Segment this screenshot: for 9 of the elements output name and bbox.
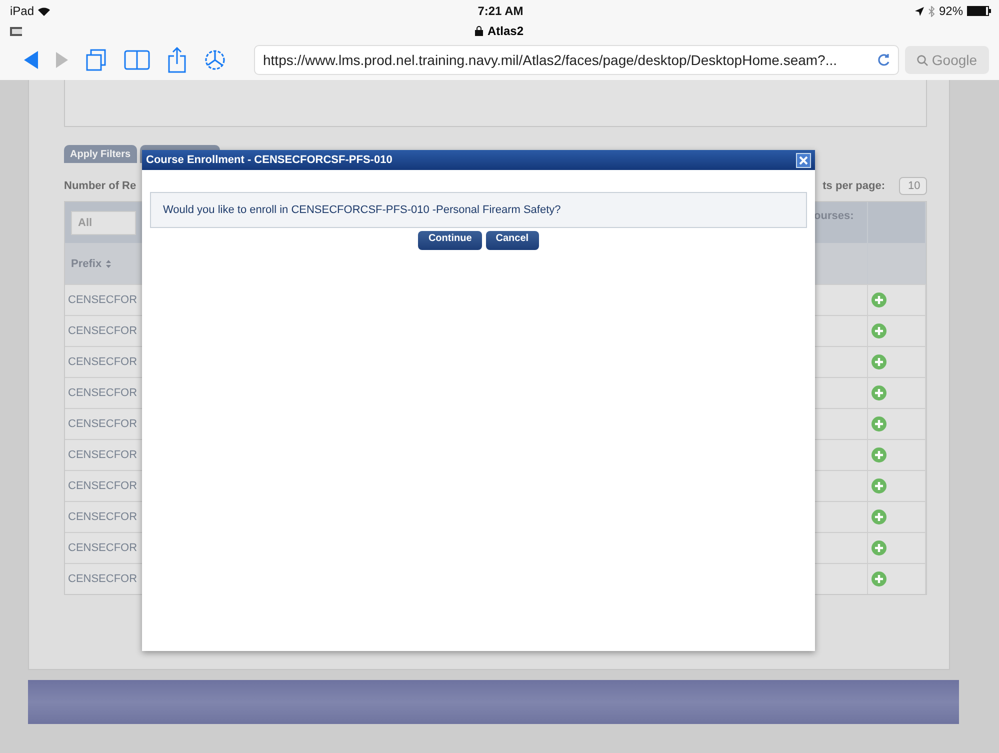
clock-time: 7:21 AM (478, 4, 524, 18)
confirmation-message: Would you like to enroll in CENSECFORCSF-PFS-010 -Personal Firearm Safety? (150, 192, 807, 228)
battery-percent: 92% (938, 4, 963, 18)
per-page-label: ts per page: (822, 180, 885, 192)
column-header: ourses: (814, 210, 854, 222)
page-title: Atlas2 (487, 24, 524, 38)
dialog-title: Course Enrollment - CENSECFORCSF-PFS-010 (146, 154, 392, 166)
records-label: Number of Re (64, 180, 136, 192)
device-name: iPad (10, 4, 34, 18)
